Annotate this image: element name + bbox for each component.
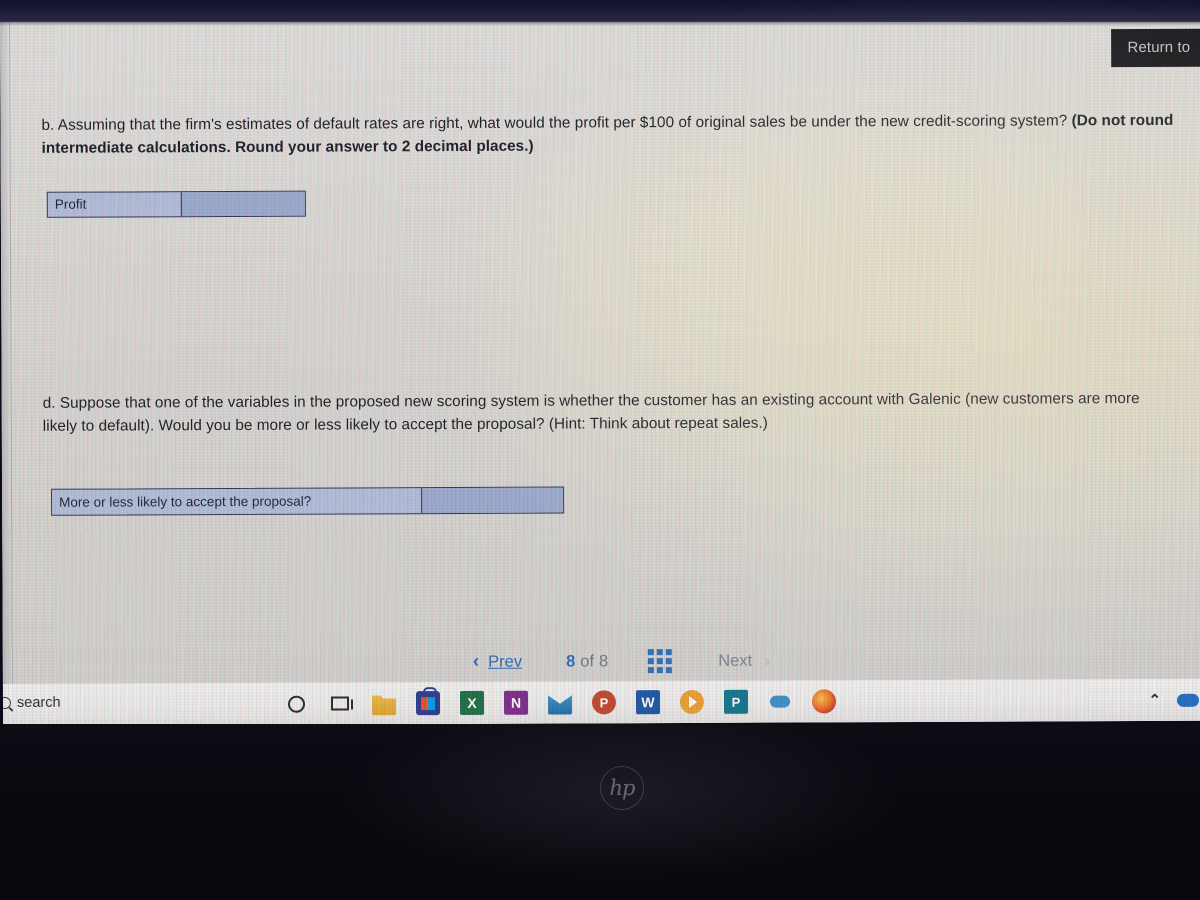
file-explorer-icon[interactable]	[371, 690, 397, 716]
firefox-icon[interactable]	[811, 688, 837, 714]
taskbar-icon-group: X N P W P	[283, 680, 837, 724]
likely-input[interactable]	[421, 487, 564, 514]
show-hidden-icons-chevron-up-icon[interactable]: ⌃	[1148, 691, 1161, 709]
powerpoint-icon[interactable]: P	[591, 689, 617, 715]
next-page-link[interactable]: Next	[718, 651, 752, 670]
excel-icon[interactable]: X	[459, 690, 485, 716]
pagination-bar: ‹ Prev 8 of 8 Next ›	[473, 645, 770, 678]
likely-answer-table: More or less likely to accept the propos…	[51, 486, 565, 516]
likely-row-label: More or less likely to accept the propos…	[52, 488, 422, 515]
profit-input[interactable]	[180, 191, 305, 217]
laptop-bottom-bezel	[0, 724, 1200, 900]
laptop-screen: Return to b. Assuming that the firm's es…	[0, 10, 1200, 726]
grid-menu-icon[interactable]	[648, 649, 673, 674]
profit-row-label: Profit	[47, 192, 181, 217]
windows-taskbar: search X N P W P ⌃	[0, 678, 1200, 726]
current-page-number: 8	[566, 651, 576, 671]
hp-logo: hp	[600, 766, 644, 810]
question-b-plain: b. Assuming that the firm's estimates of…	[41, 112, 1072, 134]
question-b-text: b. Assuming that the firm's estimates of…	[41, 109, 1176, 160]
mail-icon[interactable]	[547, 690, 573, 716]
publisher-icon[interactable]: P	[723, 689, 749, 715]
question-d-text: d. Suppose that one of the variables in …	[42, 390, 1140, 435]
cortana-circle-icon[interactable]	[283, 691, 309, 717]
taskbar-search-text: search	[16, 694, 61, 711]
assignment-content: Return to b. Assuming that the firm's es…	[0, 11, 1200, 726]
word-icon[interactable]: W	[635, 689, 661, 715]
return-to-button[interactable]: Return to	[1111, 28, 1200, 68]
search-icon	[0, 696, 12, 710]
task-view-icon[interactable]	[327, 690, 353, 716]
media-player-icon[interactable]	[679, 689, 705, 715]
onenote-icon[interactable]: N	[503, 690, 529, 716]
taskbar-search-box[interactable]: search	[0, 695, 61, 711]
chevron-left-icon[interactable]: ‹	[473, 651, 479, 673]
cloud-icon[interactable]	[1176, 693, 1200, 707]
page-of-label: of	[580, 651, 595, 670]
laptop-photo: Return to b. Assuming that the firm's es…	[0, 0, 1200, 900]
laptop-top-bezel	[0, 0, 1200, 26]
profit-answer-table: Profit	[46, 190, 306, 218]
prev-page-link[interactable]: Prev	[488, 652, 522, 671]
system-tray: ⌃	[1148, 679, 1200, 721]
chevron-right-icon[interactable]: ›	[764, 650, 770, 671]
total-page-number: 8	[598, 651, 609, 670]
microsoft-store-icon[interactable]	[415, 690, 441, 716]
onedrive-cloud-icon[interactable]	[767, 689, 793, 715]
